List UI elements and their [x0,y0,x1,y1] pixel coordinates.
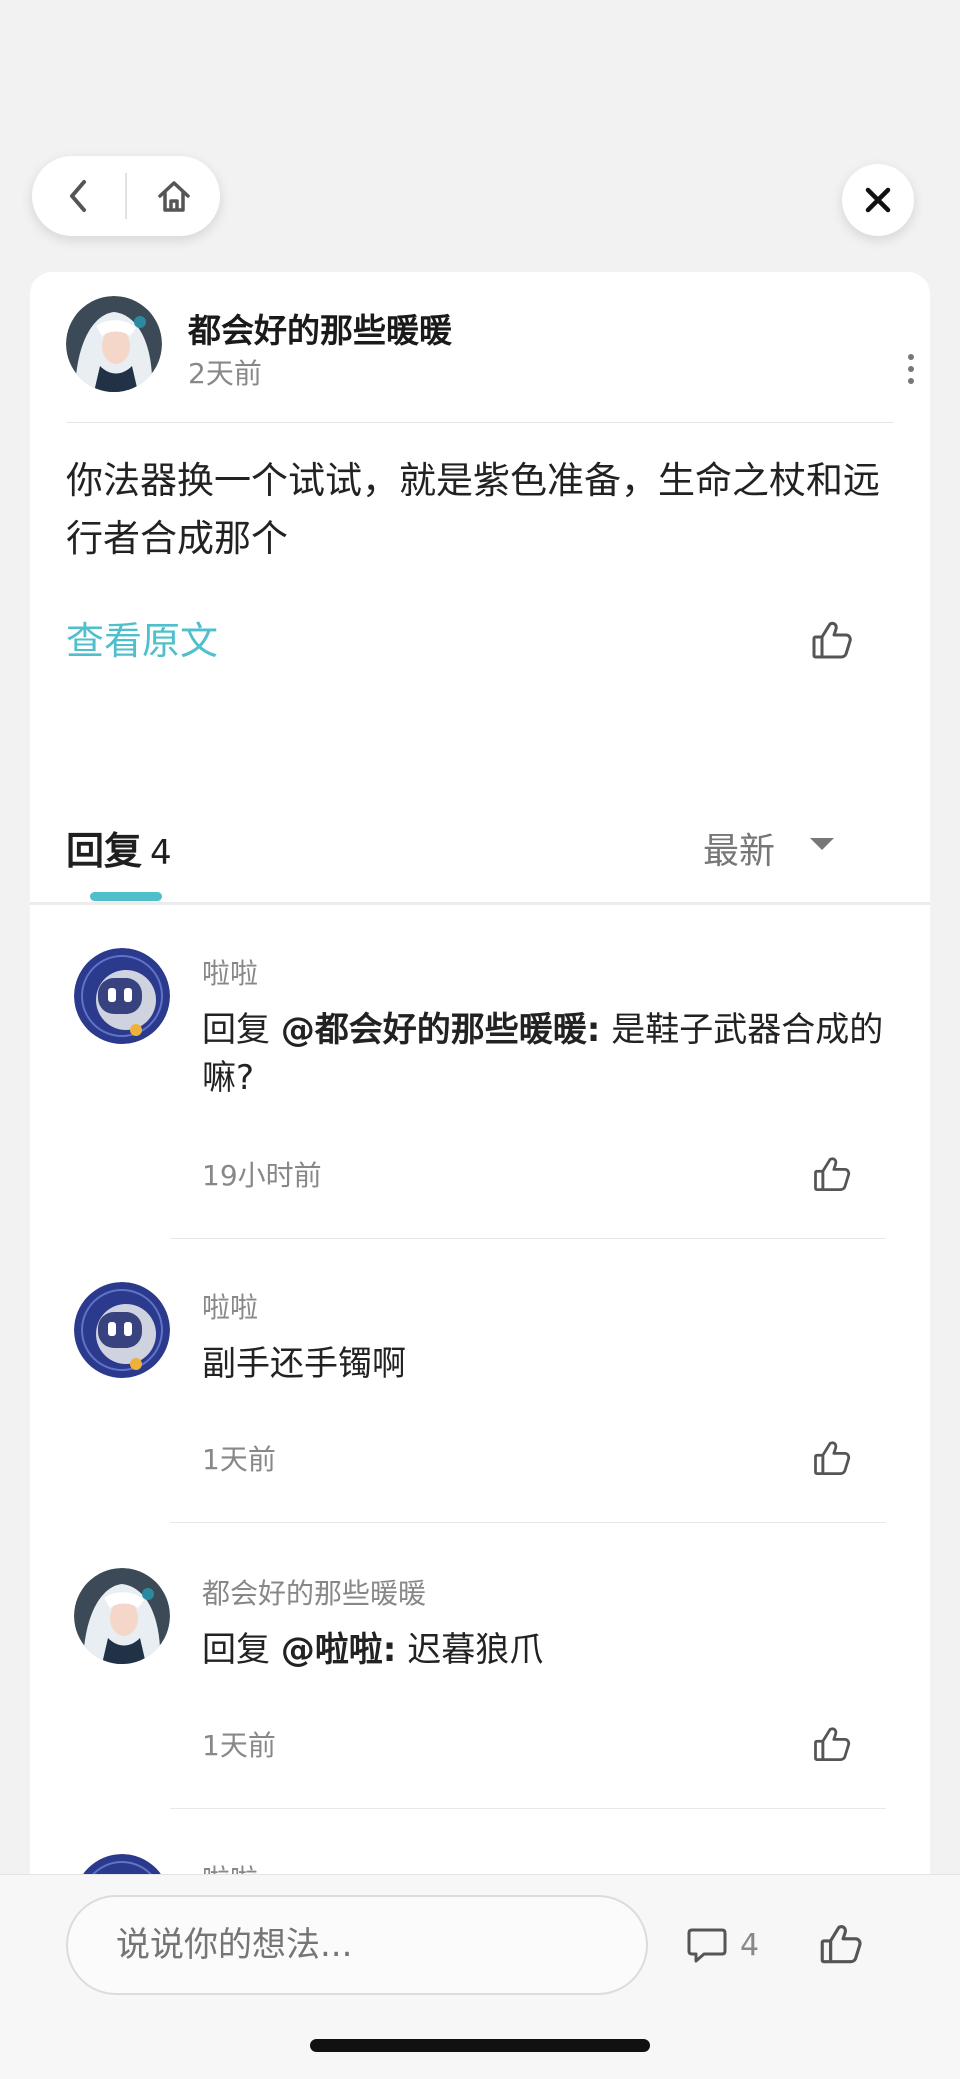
tabs-divider [30,902,930,905]
reply-text: 回复 @都会好的那些暖暖: 是鞋子武器合成的嘛? [202,1006,912,1102]
more-options-icon[interactable] [904,354,918,384]
close-button[interactable] [842,164,914,236]
bottom-action-bar: 4 [0,1874,960,2079]
author-name[interactable]: 都会好的那些暖暖 [188,304,452,352]
avatar[interactable] [66,296,162,392]
tab-replies-label: 回复 [66,829,143,873]
view-original-link[interactable]: 查看原文 [66,610,218,665]
caret-down-icon[interactable] [810,838,834,850]
reply-mention[interactable]: @都会好的那些暖暖: [281,1010,601,1050]
thumbs-up-icon[interactable] [810,1152,854,1196]
reply-text: 副手还手镯啊 [202,1344,406,1384]
reply-divider [170,1808,886,1809]
reply-item: 啦啦 回复 @都会好的那些暖暖: 是鞋子武器合成的嘛? 19小时前 [30,948,930,1508]
reply-divider [170,1238,886,1239]
chevron-left-icon [69,180,86,212]
reply-username[interactable]: 都会好的那些暖暖 [202,1572,426,1612]
comment-bubble-icon [687,1928,727,1963]
reply-username[interactable]: 啦啦 [202,1286,258,1326]
sort-dropdown[interactable]: 最新 [703,822,775,874]
thumbs-up-icon[interactable] [810,1436,854,1480]
reply-mention[interactable]: @啦啦: [281,1630,397,1670]
avatar[interactable] [74,948,170,1044]
tab-replies[interactable]: 回复 4 [66,820,172,875]
home-button[interactable] [127,156,220,236]
comment-count: 4 [740,1927,760,1963]
comments-button[interactable]: 4 [686,1921,759,1969]
avatar[interactable] [74,1568,170,1664]
back-button[interactable] [32,156,125,236]
thumbs-up-icon[interactable] [810,1722,854,1766]
reply-divider [170,1522,886,1523]
nav-pill [32,156,220,236]
avatar[interactable] [74,1282,170,1378]
post-header: 都会好的那些暖暖 2天前 [66,296,914,392]
reply-text: 回复 @啦啦: 迟暮狼爪 [202,1626,912,1674]
reply-time: 19小时前 [202,1159,322,1192]
home-indicator [310,2039,650,2052]
divider [66,422,894,423]
reply-content: 迟暮狼爪 [396,1630,544,1670]
comment-card: 都会好的那些暖暖 2天前 你法器换一个试试，就是紫色准备，生命之杖和远行者合成那… [30,272,930,2079]
reply-time: 1天前 [202,1729,276,1762]
post-body: 你法器换一个试试，就是紫色准备，生命之杖和远行者合成那个 [66,459,880,560]
thumbs-up-icon[interactable] [808,616,856,664]
reply-time: 1天前 [202,1443,276,1476]
comment-input[interactable] [66,1895,648,1995]
reply-prefix: 回复 [202,1010,281,1050]
reply-prefix: 回复 [202,1630,281,1670]
tab-replies-count: 4 [150,833,172,873]
tab-indicator [90,892,162,901]
thumbs-up-icon[interactable] [816,1919,866,1969]
post-time: 2天前 [188,357,262,390]
reply-username[interactable]: 啦啦 [202,952,258,992]
home-icon [157,181,190,212]
close-icon [865,187,891,213]
